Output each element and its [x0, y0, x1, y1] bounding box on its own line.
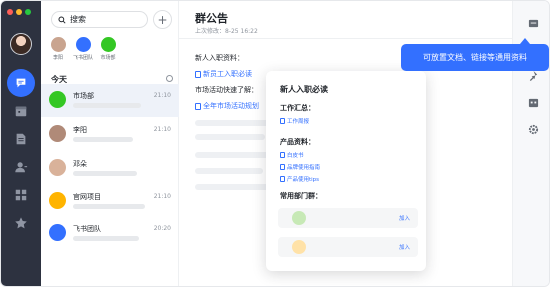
star-icon[interactable]: [13, 215, 29, 231]
avatar: [100, 37, 116, 52]
chat-list-panel: 搜索 + 李阳 飞书团队 市场部 今天 市场部 21:10 李阳 21:10 邓…: [41, 1, 179, 286]
workplace-grid-icon[interactable]: [13, 187, 29, 203]
message-preview-placeholder: [73, 103, 141, 108]
avatar: [50, 37, 66, 52]
card-doc-link-label: 产品使用tips: [287, 177, 320, 183]
chat-name: 官网项目: [73, 193, 101, 201]
doc-icon: [280, 176, 285, 182]
close-window-button[interactable]: [7, 9, 13, 15]
placeholder-line: [195, 152, 269, 158]
avatar: [49, 125, 66, 142]
chat-item[interactable]: 李阳 21:10: [41, 118, 179, 151]
chat-name: 飞书团队: [73, 225, 101, 233]
quick-contact-label: 飞书团队: [73, 55, 94, 61]
message-preview-placeholder: [73, 204, 145, 209]
card-doc-link[interactable]: 品牌使用指南: [280, 163, 320, 171]
tooltip: 可放置文档、链接等通用资料: [401, 44, 549, 71]
chat-item[interactable]: 飞书团队 20:20: [41, 217, 179, 250]
chat-name: 邓朵: [73, 160, 87, 168]
quick-contact[interactable]: 李阳: [49, 37, 67, 61]
chat-name: 李阳: [73, 126, 87, 134]
docs-icon[interactable]: [13, 131, 29, 147]
message-preview-placeholder: [73, 137, 133, 142]
placeholder-line: [195, 120, 273, 126]
app-window: 搜索 + 李阳 飞书团队 市场部 今天 市场部 21:10 李阳 21:10 邓…: [0, 0, 550, 287]
calendar-icon[interactable]: [527, 96, 539, 108]
chat-item[interactable]: 官网项目 21:10: [41, 185, 179, 218]
doc-link[interactable]: 新员工入职必读: [195, 69, 252, 79]
group-avatar: [292, 211, 306, 225]
maximize-window-button[interactable]: [25, 9, 31, 15]
message-preview-placeholder: [73, 171, 137, 176]
add-button[interactable]: +: [153, 10, 172, 29]
doc-icon: [195, 70, 201, 78]
placeholder-line: [195, 134, 265, 140]
card-heading: 产品资料：: [280, 138, 315, 146]
card-heading: 常用部门群：: [280, 192, 322, 200]
avatar: [49, 159, 66, 176]
search-placeholder: 搜索: [70, 15, 86, 24]
section-heading: 市场活动快速了解：: [195, 86, 258, 94]
quick-contact[interactable]: 飞书团队: [73, 37, 94, 61]
avatar: [49, 224, 66, 241]
divider: [179, 38, 512, 39]
card-doc-link-label: 品牌使用指南: [287, 165, 321, 171]
card-doc-link-label: 白皮书: [287, 153, 304, 159]
section-heading: 新人入职资料：: [195, 54, 244, 62]
join-button[interactable]: 加入: [399, 243, 410, 251]
chat-time: 21:10: [153, 126, 171, 133]
doc-icon: [195, 102, 201, 110]
card-doc-link[interactable]: 白皮书: [280, 151, 304, 159]
chat-bubble-icon[interactable]: [7, 69, 35, 97]
card-doc-link-label: 工作周报: [287, 119, 310, 125]
chat-time: 20:20: [153, 225, 171, 232]
avatar: [49, 91, 66, 108]
message-preview-placeholder: [73, 236, 139, 241]
nav-rail: [1, 1, 41, 286]
search-input[interactable]: 搜索: [51, 11, 148, 28]
chat-name: 市场部: [73, 92, 94, 100]
calendar-icon[interactable]: [13, 103, 29, 119]
avatar: [75, 37, 91, 52]
clock-icon[interactable]: [166, 75, 173, 82]
doc-icon: [280, 118, 285, 124]
group-entry: 加入: [278, 237, 418, 257]
card-heading: 工作汇总：: [280, 104, 315, 112]
last-modified: 上次修改：8-25 16:22: [195, 28, 258, 35]
doc-icon: [280, 164, 285, 170]
chat-item[interactable]: 邓朵: [41, 152, 179, 185]
group-avatar: [292, 240, 306, 254]
chat-item[interactable]: 市场部 21:10: [41, 84, 179, 117]
placeholder-line: [195, 168, 263, 174]
doc-link-label: 全年市场活动规划: [203, 102, 259, 110]
minimize-window-button[interactable]: [16, 9, 22, 15]
doc-icon: [280, 152, 285, 158]
onboarding-doc-card[interactable]: 新人入职必读 工作汇总： 工作周报 产品资料： 白皮书 品牌使用指南 产品使用t…: [266, 71, 426, 271]
user-avatar[interactable]: [10, 33, 32, 55]
quick-contact-label: 李阳: [52, 55, 63, 61]
announcement-icon[interactable]: [527, 17, 539, 29]
window-controls: [7, 9, 31, 15]
quick-contact-label: 市场部: [100, 55, 116, 61]
search-icon: [58, 15, 66, 24]
chat-time: 21:10: [153, 92, 171, 99]
group-entry: 加入: [278, 208, 418, 228]
settings-gear-icon[interactable]: [527, 123, 539, 135]
card-doc-link[interactable]: 工作周报: [280, 117, 309, 125]
contacts-icon[interactable]: [13, 159, 29, 175]
card-doc-link[interactable]: 产品使用tips: [280, 175, 319, 183]
page-title: 群公告: [195, 12, 228, 25]
chat-time: 21:10: [153, 193, 171, 200]
placeholder-line: [195, 184, 271, 190]
join-button[interactable]: 加入: [399, 214, 410, 222]
doc-link[interactable]: 全年市场活动规划: [195, 101, 259, 111]
card-title: 新人入职必读: [280, 85, 328, 94]
doc-link-label: 新员工入职必读: [203, 70, 252, 78]
quick-contacts: 李阳 飞书团队 市场部: [49, 37, 117, 61]
avatar: [49, 192, 66, 209]
quick-contact[interactable]: 市场部: [99, 37, 117, 61]
